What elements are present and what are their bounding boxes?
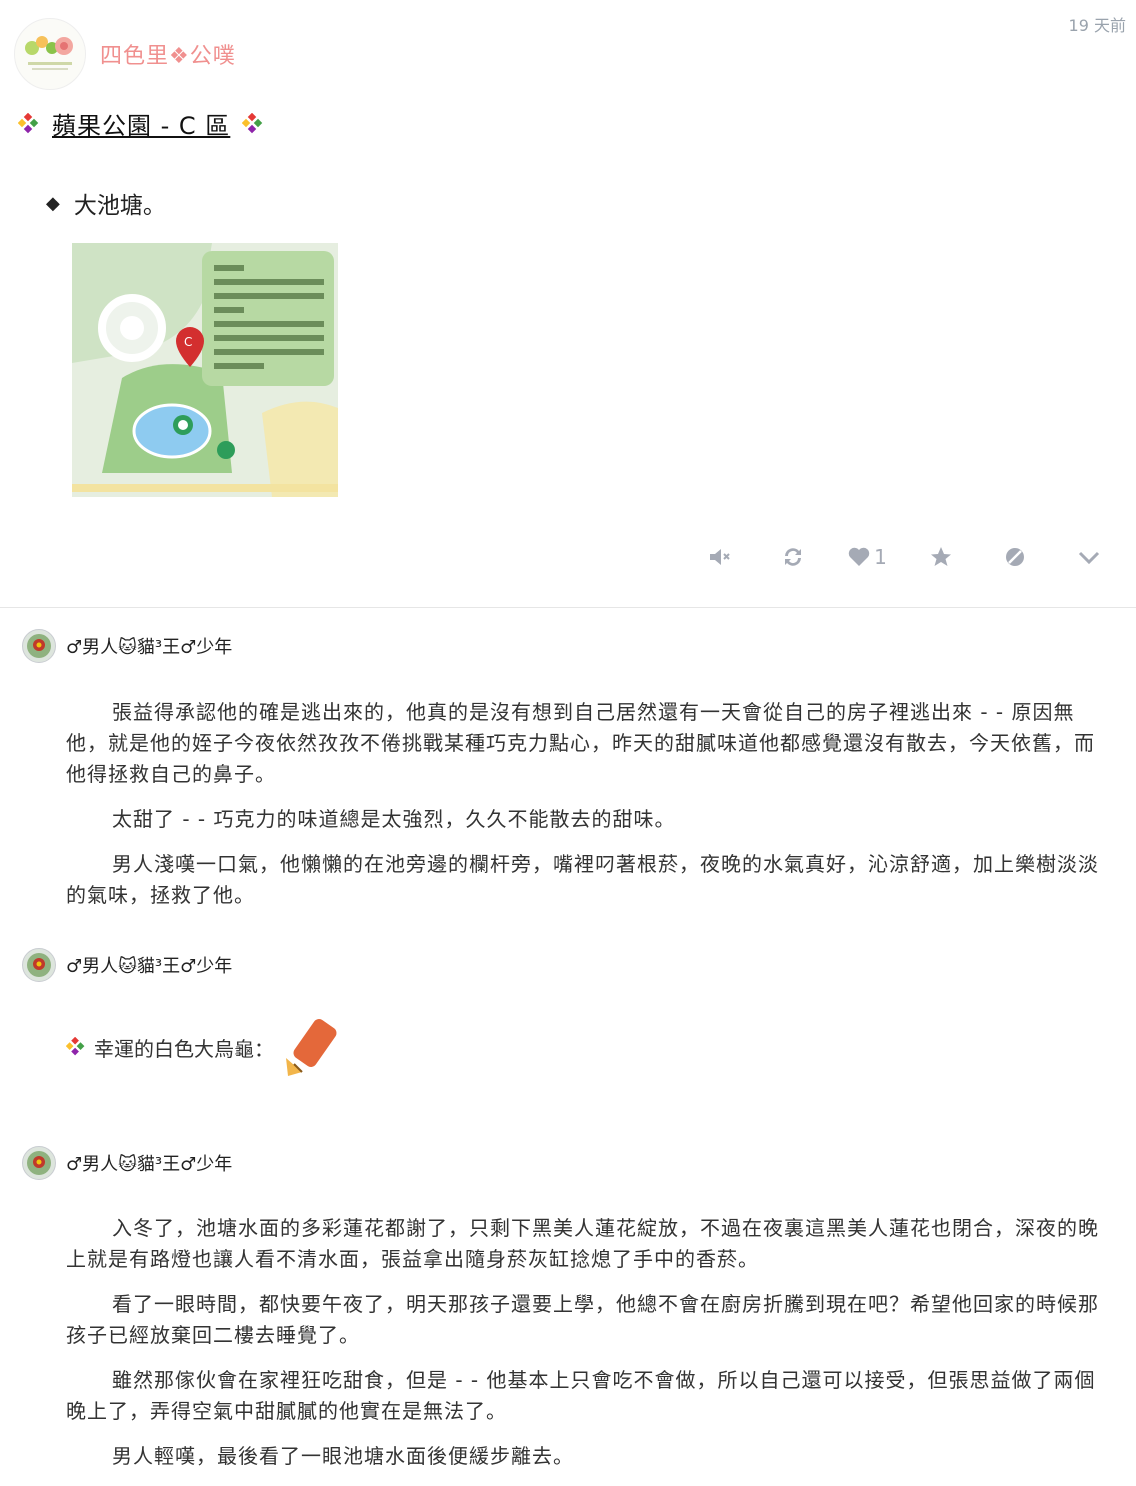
hide-button[interactable]: [978, 541, 1052, 573]
paragraph: 男人淺嘆一口氣，他懶懶的在池旁邊的欄杆旁，嘴裡叼著根菸，夜晚的水氣真好，沁涼舒適…: [66, 852, 1099, 907]
user-avatar[interactable]: [22, 948, 56, 982]
post-timestamp[interactable]: 19 天前: [1069, 12, 1126, 36]
like-count: 1: [874, 545, 887, 569]
turtle-label: 幸運的白色大烏龜：: [94, 1036, 274, 1061]
avatar-icon: [27, 634, 51, 658]
lucky-stamp-icon: [286, 1019, 337, 1076]
blog-avatar[interactable]: [14, 18, 86, 90]
four-color-diamond-icon: [242, 112, 263, 133]
section-heading: ◆ 大池塘。: [46, 186, 166, 220]
user-avatar[interactable]: [22, 629, 56, 663]
mute-button[interactable]: [682, 541, 756, 573]
blog-name[interactable]: 四色里❖公噗: [100, 38, 236, 70]
paragraph: 張益得承認他的確是逃出來的，他真的是沒有想到自己居然還有一天會從自己的房子裡逃出…: [66, 700, 1095, 786]
post-title: 蘋果公園 - C 區: [18, 106, 264, 141]
replurk-button[interactable]: [756, 541, 830, 573]
response-author[interactable]: ♂男人🐱貓³王♂少年: [22, 948, 232, 982]
blog-logo-icon: [25, 36, 73, 70]
user-name[interactable]: ♂男人🐱貓³王♂少年: [66, 952, 232, 978]
chevron-down-icon: [1078, 551, 1100, 565]
user-avatar[interactable]: [22, 1146, 56, 1180]
star-icon: [931, 547, 951, 566]
favorite-button[interactable]: [904, 541, 978, 573]
avatar-icon: [27, 953, 51, 977]
divider: [0, 607, 1136, 608]
paragraph: 男人輕嘆，最後看了一眼池塘水面後便緩步離去。: [112, 1444, 574, 1468]
four-color-diamond-icon: [18, 112, 39, 133]
response-author[interactable]: ♂男人🐱貓³王♂少年: [22, 1146, 232, 1180]
user-name[interactable]: ♂男人🐱貓³王♂少年: [66, 1150, 232, 1176]
paragraph: 太甜了 - - 巧克力的味道總是太強烈，久久不能散去的甜味。: [112, 807, 676, 831]
response-content: 入冬了，池塘水面的多彩蓮花都謝了，只剩下黑美人蓮花綻放，不過在夜裏這黑美人蓮花也…: [66, 1213, 1100, 1486]
user-name[interactable]: ♂男人🐱貓³王♂少年: [66, 633, 232, 659]
paragraph: 雖然那傢伙會在家裡狂吃甜食，但是 - - 他基本上只會吃不會做，所以自己還可以接…: [66, 1368, 1096, 1423]
paragraph: 看了一眼時間，都快要午夜了，明天那孩子還要上學，他總不會在廚房折騰到現在吧？希望…: [66, 1292, 1099, 1347]
block-icon: [1006, 548, 1024, 566]
speaker-mute-icon: [710, 549, 730, 565]
post-action-bar: 1: [682, 541, 1126, 573]
turtle-line: 幸運的白色大烏龜：: [66, 1014, 348, 1080]
heart-icon: [848, 547, 870, 566]
avatar-icon: [27, 1151, 51, 1175]
post-title-link[interactable]: 蘋果公園 - C 區: [52, 106, 230, 141]
park-map-image[interactable]: C: [72, 243, 338, 497]
replurk-icon: [785, 548, 801, 566]
response-author[interactable]: ♂男人🐱貓³王♂少年: [22, 629, 232, 663]
diamond-bullet: ◆: [46, 192, 60, 214]
response-content: 張益得承認他的確是逃出來的，他真的是沒有想到自己居然還有一天會從自己的房子裡逃出…: [66, 697, 1100, 925]
four-color-diamond-icon: [66, 1037, 85, 1056]
more-button[interactable]: [1052, 541, 1126, 573]
svg-text:C: C: [184, 335, 192, 349]
paragraph: 入冬了，池塘水面的多彩蓮花都謝了，只剩下黑美人蓮花綻放，不過在夜裏這黑美人蓮花也…: [66, 1216, 1099, 1271]
section-title: 大池塘。: [73, 193, 166, 219]
post-header: 四色里❖公噗: [14, 18, 236, 90]
like-button[interactable]: 1: [830, 541, 904, 573]
